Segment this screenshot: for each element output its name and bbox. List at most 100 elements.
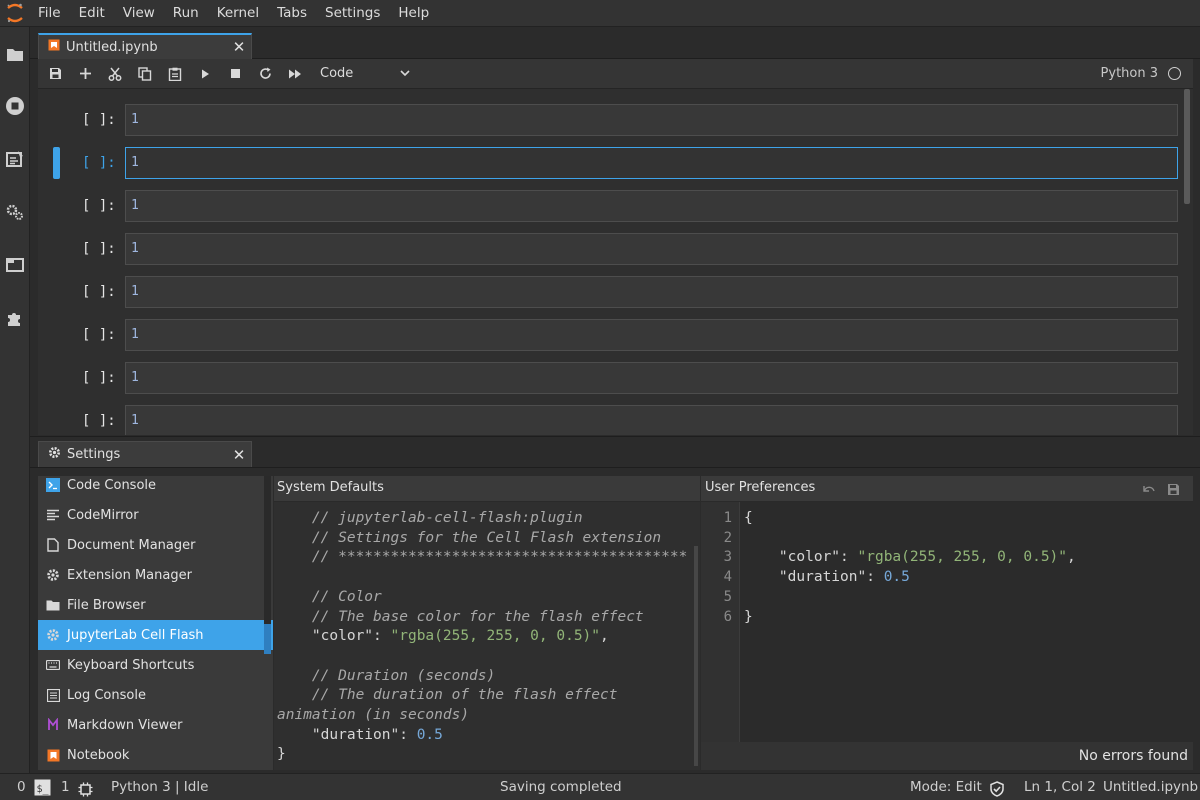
plugin-list-item[interactable]: Log Console (38, 680, 273, 710)
cell-editor[interactable]: 1 (125, 319, 1178, 351)
cell-collapser[interactable] (53, 233, 60, 265)
menu-edit[interactable]: Edit (70, 0, 114, 27)
code-cell[interactable]: [ ]: 1 (38, 103, 1183, 137)
close-icon[interactable]: ✕ (227, 446, 251, 464)
notebook-scrollbar[interactable] (1184, 89, 1190, 204)
save-settings-button[interactable] (1167, 481, 1183, 497)
menu-settings[interactable]: Settings (316, 0, 389, 27)
user-preferences-editor[interactable]: 1 2 3 4 5 6 { "color": "rgba(255, 255, 0, 0.5… (701, 502, 1193, 742)
menu-file[interactable]: File (30, 0, 70, 27)
code-line: // jupyterlab-cell-flash:plugin (277, 508, 583, 528)
kernel-chip-icon[interactable] (78, 780, 93, 800)
plugin-list-item[interactable]: Extension Manager (38, 560, 273, 590)
code-line: // The base color for the flash effect (277, 607, 644, 627)
close-icon[interactable]: ✕ (227, 38, 251, 56)
plugin-list-item[interactable]: Keyboard Shortcuts (38, 650, 273, 680)
cell-editor[interactable]: 1 (125, 362, 1178, 394)
cell-code: 1 (131, 241, 139, 256)
left-sidebar (0, 27, 30, 773)
menu-view[interactable]: View (114, 0, 164, 27)
cut-button[interactable] (100, 59, 130, 89)
menu-kernel[interactable]: Kernel (208, 0, 268, 27)
code-cell[interactable]: [ ]: 1 (38, 189, 1183, 223)
restart-button[interactable] (250, 59, 280, 89)
code-cell[interactable]: [ ]: 1 (38, 232, 1183, 266)
running-icon[interactable] (5, 96, 25, 116)
menu-bar: File Edit View Run Kernel Tabs Settings … (0, 0, 1200, 27)
paste-button[interactable] (160, 59, 190, 89)
save-button[interactable] (40, 59, 70, 89)
run-button[interactable] (190, 59, 220, 89)
tabs-icon[interactable] (5, 255, 25, 275)
revert-button[interactable] (1141, 481, 1157, 497)
cell-collapser[interactable] (53, 405, 60, 435)
cell-editor[interactable]: 1 (125, 276, 1178, 308)
code-text: // jupyterlab-cell-flash:plugin (311, 510, 583, 526)
menu-tabs[interactable]: Tabs (268, 0, 316, 27)
shield-check-icon[interactable] (989, 780, 1005, 800)
notebook-cells: [ ]: 1 [ ]: 1 [ ]: 1 [ ]: 1 [ ]: 1 [ ]: … (38, 89, 1193, 435)
cursor-position[interactable]: Ln 1, Col 2 (1024, 774, 1096, 800)
console-icon (46, 478, 60, 492)
cell-collapser[interactable] (53, 104, 60, 136)
kernel-name-button[interactable]: Python 3 (1101, 66, 1158, 81)
restart-run-all-button[interactable] (280, 59, 310, 89)
file-icon (46, 538, 60, 552)
notebook-toolbar: Code Python 3 (38, 59, 1193, 89)
plugin-list-item-label: Keyboard Shortcuts (67, 657, 195, 673)
code-cell[interactable]: [ ]: 1 (38, 318, 1183, 352)
plugin-list-scrollbar[interactable] (264, 476, 271, 626)
code-line: "duration": 0.5 (277, 725, 443, 745)
cell-collapser[interactable] (53, 147, 60, 179)
copy-button[interactable] (130, 59, 160, 89)
cell-editor[interactable]: 1 (125, 104, 1178, 136)
settings-tab[interactable]: Settings ✕ (38, 441, 252, 467)
cell-code: 1 (131, 327, 139, 342)
plugin-list-item-label: File Browser (67, 597, 146, 613)
code-cell[interactable]: [ ]: 1 (38, 404, 1183, 435)
plugin-list-item[interactable]: Notebook (38, 740, 273, 770)
current-file-name: Untitled.ipynb (1103, 779, 1199, 795)
plugin-list-item[interactable]: Code Console (38, 476, 273, 500)
interrupt-button[interactable] (220, 59, 250, 89)
cell-editor[interactable]: 1 (125, 190, 1178, 222)
plugin-list-item[interactable]: CodeMirror (38, 500, 273, 530)
cell-collapser[interactable] (53, 319, 60, 351)
plugin-list-item[interactable]: JupyterLab Cell Flash (38, 620, 273, 650)
property-inspector-icon[interactable] (5, 202, 25, 222)
extension-icon[interactable] (5, 308, 25, 328)
cell-type-select[interactable]: Code (320, 66, 410, 81)
notebook-icon (48, 39, 60, 55)
code-cell[interactable]: [ ]: 1 (38, 361, 1183, 395)
kernels-count[interactable]: 1 (61, 774, 70, 800)
code-cell[interactable]: [ ]: 1 (38, 275, 1183, 309)
plugin-list-item-label: Notebook (67, 747, 130, 763)
cell-editor[interactable]: 1 (125, 147, 1178, 179)
plugin-list-item[interactable]: Document Manager (38, 530, 273, 560)
plugin-list-item-label: Log Console (67, 687, 146, 703)
code-cell-active[interactable]: [ ]: 1 (38, 146, 1183, 180)
cell-collapser[interactable] (53, 276, 60, 308)
cell-collapser[interactable] (53, 362, 60, 394)
cell-collapser[interactable] (53, 190, 60, 222)
user-preferences-title: User Preferences (705, 480, 816, 495)
terminal-icon[interactable]: $_ (34, 779, 51, 800)
folder-icon[interactable] (5, 44, 25, 64)
menu-run[interactable]: Run (164, 0, 208, 27)
cell-editor[interactable]: 1 (125, 405, 1178, 435)
insert-cell-button[interactable] (70, 59, 100, 89)
cell-editor[interactable]: 1 (125, 233, 1178, 265)
notebook-tab[interactable]: Untitled.ipynb ✕ (38, 33, 252, 59)
plugin-list-item[interactable]: File Browser (38, 590, 273, 620)
system-defaults-scrollbar[interactable] (694, 546, 698, 766)
menu-help[interactable]: Help (389, 0, 438, 27)
plugin-list-item[interactable]: Markdown Viewer (38, 710, 273, 740)
terminals-count[interactable]: 0 (17, 774, 26, 800)
kernel-status-text[interactable]: Python 3 | Idle (111, 774, 208, 800)
line-number-gutter: 1 2 3 4 5 6 (701, 502, 740, 742)
commands-icon[interactable] (5, 149, 25, 169)
